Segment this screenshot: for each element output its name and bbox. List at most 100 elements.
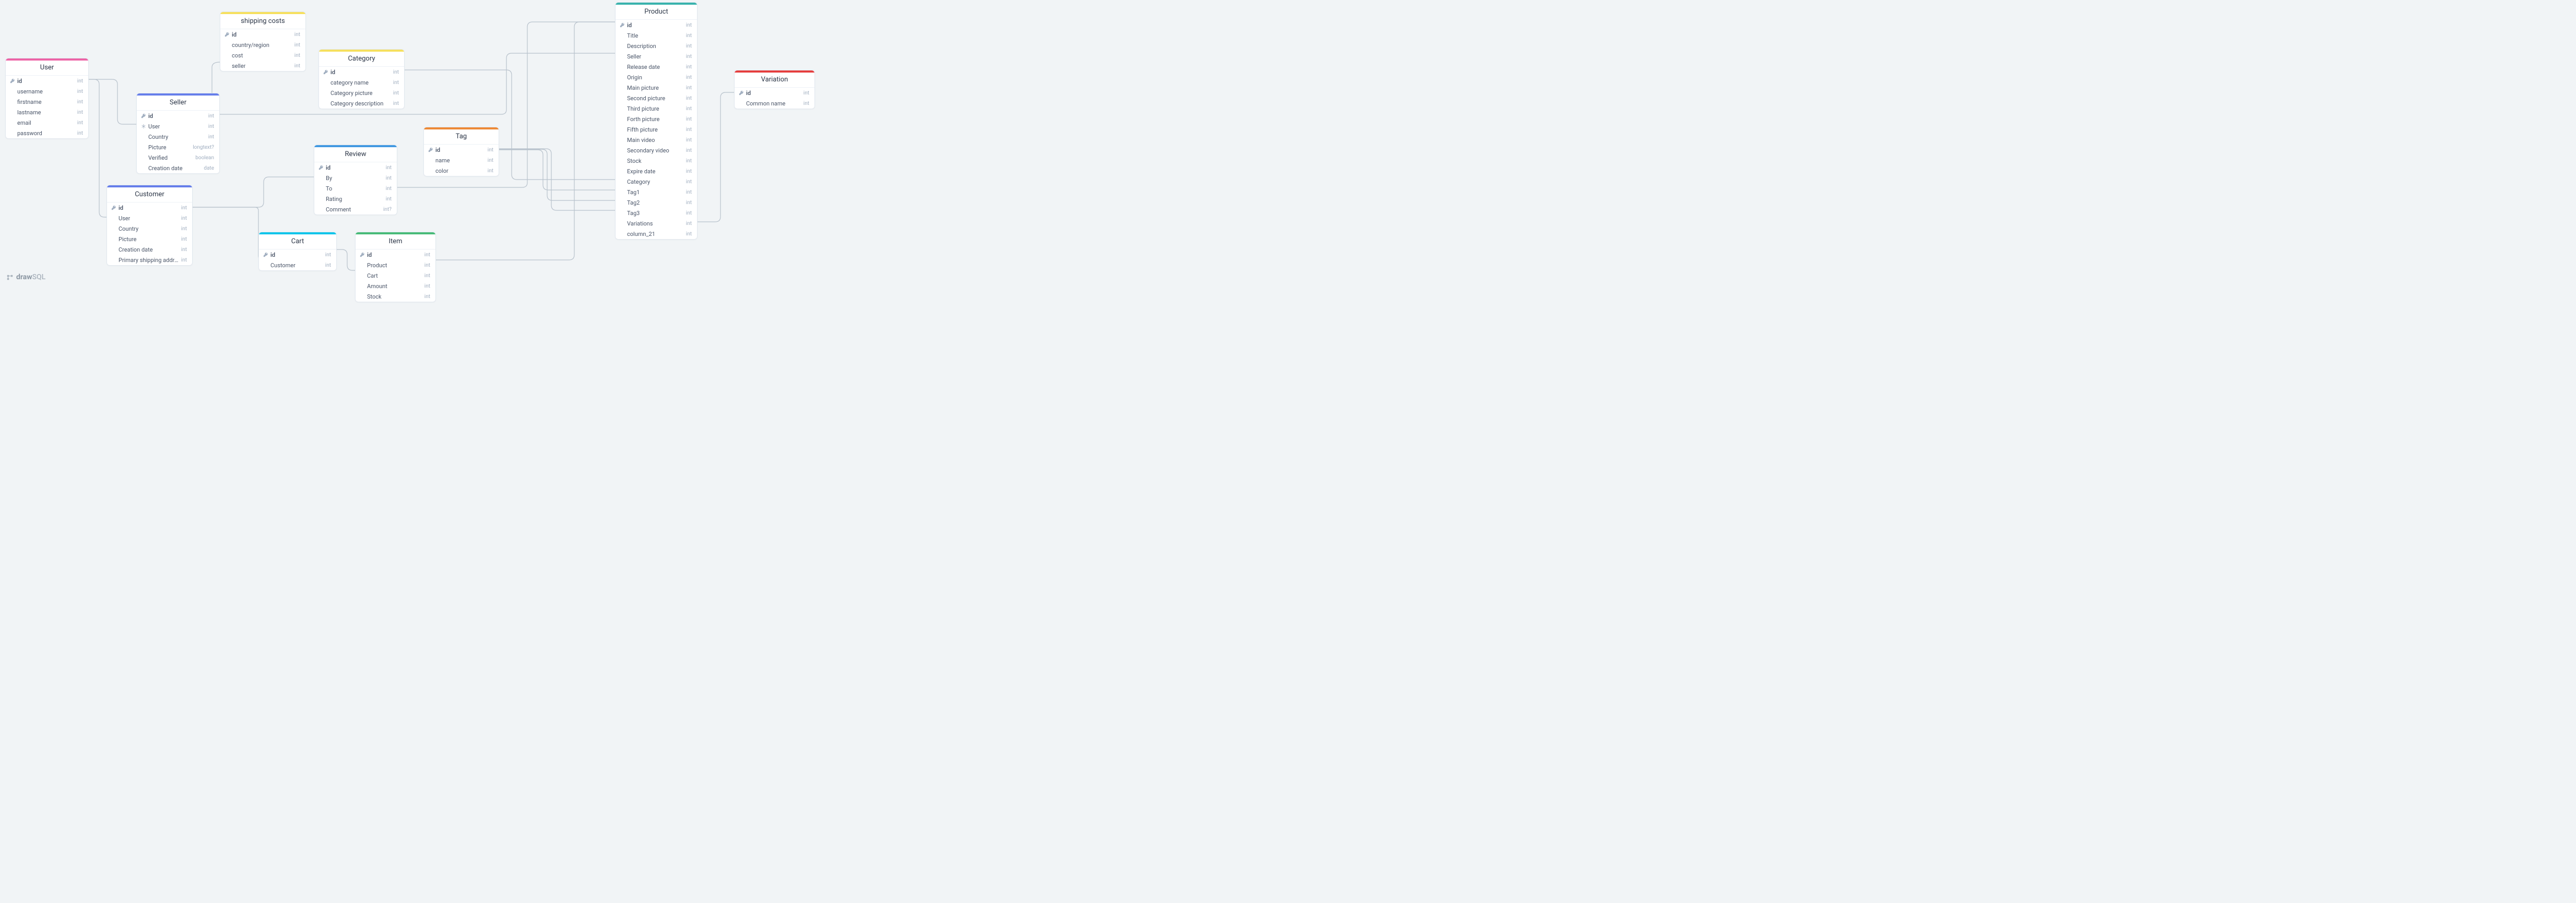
- table-row[interactable]: Category pictureint: [319, 88, 404, 98]
- table-row[interactable]: Byint: [314, 173, 397, 183]
- table-row[interactable]: nameint: [424, 155, 499, 165]
- table-row[interactable]: Creation dateint: [107, 244, 192, 255]
- table-row[interactable]: idint: [616, 20, 697, 30]
- table-row[interactable]: Forth pictureint: [616, 114, 697, 124]
- table-row[interactable]: Stockint: [616, 156, 697, 166]
- table-row[interactable]: Main videoint: [616, 135, 697, 145]
- table-row[interactable]: category nameint: [319, 77, 404, 88]
- table-row[interactable]: Productint: [356, 260, 435, 270]
- table-row[interactable]: Second pictureint: [616, 93, 697, 103]
- table-variation[interactable]: VariationidintCommon nameint: [734, 70, 815, 109]
- table-row[interactable]: Countryint: [137, 132, 219, 142]
- table-row[interactable]: Cartint: [356, 270, 435, 281]
- relationship-edge: [337, 249, 355, 270]
- relationship-edge: [193, 207, 263, 260]
- table-row[interactable]: costint: [220, 50, 305, 61]
- column-type: int: [686, 231, 692, 237]
- table-title: shipping costs: [220, 14, 305, 29]
- table-row[interactable]: idint: [314, 162, 397, 173]
- table-row[interactable]: Main pictureint: [616, 82, 697, 93]
- table-title: Product: [616, 5, 697, 20]
- table-row[interactable]: Secondary videoint: [616, 145, 697, 156]
- table-row[interactable]: column_21 int: [616, 229, 697, 239]
- column-name: id: [746, 90, 751, 97]
- column-type: int: [686, 127, 692, 133]
- table-shipping[interactable]: shipping costsidintcountry/regionintcost…: [220, 11, 306, 72]
- table-row[interactable]: Countryint: [107, 223, 192, 234]
- table-row[interactable]: Expire dateint: [616, 166, 697, 176]
- table-row[interactable]: Variationsint: [616, 218, 697, 229]
- table-row[interactable]: sellerint: [220, 61, 305, 71]
- table-user[interactable]: Useridintusernameintfirstnameintlastname…: [5, 58, 89, 139]
- table-row[interactable]: Amountint: [356, 281, 435, 291]
- table-row[interactable]: Tag1int: [616, 187, 697, 197]
- table-row[interactable]: idint: [735, 88, 814, 98]
- table-row[interactable]: idint: [319, 67, 404, 77]
- table-row[interactable]: Creation datedate: [137, 163, 219, 173]
- column-type: int: [686, 64, 692, 70]
- table-row[interactable]: idint: [424, 145, 499, 155]
- table-customer[interactable]: CustomeridintUserintCountryintPictureint…: [107, 185, 193, 266]
- table-row[interactable]: idint: [6, 76, 88, 86]
- table-row[interactable]: Titleint: [616, 30, 697, 41]
- table-row[interactable]: Pictureint: [107, 234, 192, 244]
- table-row[interactable]: Originint: [616, 72, 697, 82]
- column-type: int: [208, 113, 214, 119]
- table-row[interactable]: colorint: [424, 165, 499, 176]
- snowflake-icon: [141, 124, 146, 129]
- table-row[interactable]: idint: [259, 249, 336, 260]
- column-name: id: [367, 252, 372, 258]
- table-cart[interactable]: CartidintCustomerint: [258, 232, 337, 271]
- column-name: Description: [627, 43, 656, 50]
- table-row[interactable]: idint: [137, 111, 219, 121]
- column-type: int: [208, 124, 214, 129]
- table-row[interactable]: firstnameint: [6, 97, 88, 107]
- table-row[interactable]: Userint: [137, 121, 219, 132]
- table-row[interactable]: idint: [356, 249, 435, 260]
- table-row[interactable]: Customerint: [259, 260, 336, 270]
- key-icon: [111, 205, 116, 210]
- table-row[interactable]: Fifth pictureint: [616, 124, 697, 135]
- column-type: int: [686, 169, 692, 174]
- column-type: int: [686, 22, 692, 28]
- table-row[interactable]: Userint: [107, 213, 192, 223]
- column-name: id: [119, 205, 123, 211]
- column-type: int: [386, 186, 392, 192]
- table-row[interactable]: Stockint: [356, 291, 435, 302]
- table-row[interactable]: Common nameint: [735, 98, 814, 109]
- table-row[interactable]: Tag3int: [616, 208, 697, 218]
- column-type: int: [424, 273, 430, 279]
- table-title: Cart: [259, 234, 336, 249]
- table-row[interactable]: lastnameint: [6, 107, 88, 117]
- table-row[interactable]: idint: [220, 29, 305, 40]
- table-row[interactable]: Ratingint: [314, 194, 397, 204]
- drawsql-logo-icon: [6, 274, 14, 281]
- table-row[interactable]: Release dateint: [616, 62, 697, 72]
- table-row[interactable]: Categoryint: [616, 176, 697, 187]
- table-item[interactable]: ItemidintProductintCartintAmountintStock…: [355, 232, 436, 302]
- column-name: Tag1: [627, 189, 640, 196]
- table-tag[interactable]: Tagidintnameintcolorint: [423, 127, 499, 176]
- table-seller[interactable]: SelleridintUserintCountryintPicturelongt…: [136, 93, 220, 174]
- table-row[interactable]: usernameint: [6, 86, 88, 97]
- table-row[interactable]: country/regionint: [220, 40, 305, 50]
- table-row[interactable]: emailint: [6, 117, 88, 128]
- table-row[interactable]: Verifiedboolean: [137, 152, 219, 163]
- table-row[interactable]: Tag2int: [616, 197, 697, 208]
- column-name: column_21: [627, 231, 655, 237]
- column-type: int: [803, 101, 809, 106]
- table-row[interactable]: idint: [107, 203, 192, 213]
- table-row[interactable]: passwordint: [6, 128, 88, 138]
- table-row[interactable]: Picturelongtext?: [137, 142, 219, 152]
- table-row[interactable]: Category descriptionint: [319, 98, 404, 109]
- table-row[interactable]: Toint: [314, 183, 397, 194]
- table-product[interactable]: ProductidintTitleintDescriptionintSeller…: [615, 2, 698, 240]
- column-type: int: [393, 80, 399, 86]
- table-row[interactable]: Commentint?: [314, 204, 397, 215]
- table-row[interactable]: Descriptionint: [616, 41, 697, 51]
- table-row[interactable]: Sellerint: [616, 51, 697, 62]
- table-category[interactable]: Categoryidintcategory nameintCategory pi…: [318, 49, 405, 109]
- table-row[interactable]: Primary shipping addressint: [107, 255, 192, 265]
- table-review[interactable]: ReviewidintByintTointRatingintCommentint…: [314, 145, 397, 215]
- table-row[interactable]: Third pictureint: [616, 103, 697, 114]
